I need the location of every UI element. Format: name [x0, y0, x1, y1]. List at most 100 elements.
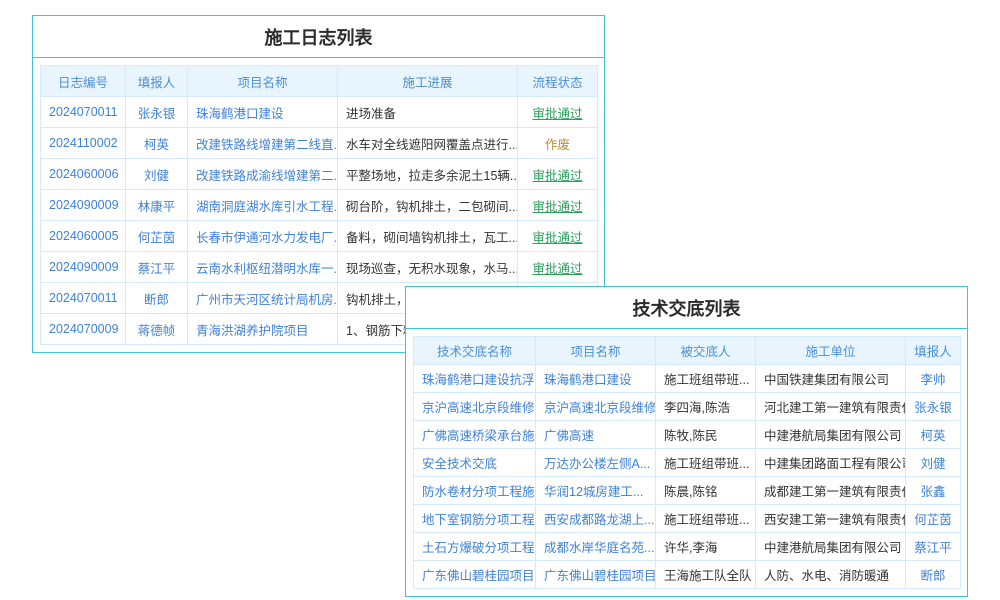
- table-link-cell[interactable]: 广东佛山碧桂园项目...: [414, 561, 536, 589]
- table-cell: 何芷茵: [906, 505, 961, 533]
- table-link-cell[interactable]: 地下室钢筋分项工程...: [414, 505, 536, 533]
- table-link-cell[interactable]: 云南水利枢纽潜明水库一...: [188, 252, 338, 283]
- table-row: 地下室钢筋分项工程...西安成都路龙湖上...施工班组带班...西安建工第一建筑…: [414, 505, 961, 533]
- tech-disclosure-panel: 技术交底列表 技术交底名称项目名称被交底人施工单位填报人 珠海鹤港口建设抗浮..…: [405, 286, 968, 597]
- table-link-cell[interactable]: 安全技术交底: [414, 449, 536, 477]
- table-link-cell[interactable]: 土石方爆破分项工程...: [414, 533, 536, 561]
- construction-log-title: 施工日志列表: [33, 16, 604, 58]
- table-cell: 蔡江平: [906, 533, 961, 561]
- table-cell: 中建港航局集团有限公司: [756, 533, 906, 561]
- table-link-cell[interactable]: 2024060005: [41, 221, 126, 252]
- table-link-cell[interactable]: 改建铁路线增建第二线直...: [188, 128, 338, 159]
- table-link-cell[interactable]: 华润12城房建工...: [536, 477, 656, 505]
- table-link-cell[interactable]: 改建铁路成渝线增建第二...: [188, 159, 338, 190]
- table-cell: 施工班组带班...: [656, 505, 756, 533]
- table-row: 2024110002柯英改建铁路线增建第二线直...水车对全线遮阳网覆盖点进行.…: [41, 128, 598, 159]
- column-header: 被交底人: [656, 337, 756, 365]
- table-cell: 许华,李海: [656, 533, 756, 561]
- table-cell: 刘健: [126, 159, 188, 190]
- table-cell: 王海施工队全队: [656, 561, 756, 589]
- table-row: 2024060006刘健改建铁路成渝线增建第二...平整场地，拉走多余泥土15辆…: [41, 159, 598, 190]
- table-link-cell[interactable]: 广东佛山碧桂园项目: [536, 561, 656, 589]
- column-header: 流程状态: [518, 66, 598, 97]
- table-cell: 蒋德帧: [126, 314, 188, 345]
- table-link-cell[interactable]: 湖南洞庭湖水库引水工程...: [188, 190, 338, 221]
- table-cell: 西安建工第一建筑有限责任公司: [756, 505, 906, 533]
- table-link-cell[interactable]: 广佛高速: [536, 421, 656, 449]
- table-link-cell[interactable]: 青海洪湖养护院项目: [188, 314, 338, 345]
- table-cell: 断郎: [906, 561, 961, 589]
- table-cell: 柯英: [126, 128, 188, 159]
- table-link-cell[interactable]: 京沪高速北京段维修: [536, 393, 656, 421]
- table-link-cell[interactable]: 2024060006: [41, 159, 126, 190]
- table-cell: 林康平: [126, 190, 188, 221]
- table-cell: 河北建工第一建筑有限责任公司: [756, 393, 906, 421]
- table-row: 京沪高速北京段维修...京沪高速北京段维修李四海,陈浩河北建工第一建筑有限责任公…: [414, 393, 961, 421]
- status-cell: 作废: [518, 128, 598, 159]
- table-link-cell[interactable]: 京沪高速北京段维修...: [414, 393, 536, 421]
- table-link-cell[interactable]: 珠海鹤港口建设: [188, 97, 338, 128]
- tech-disclosure-table-wrap: 技术交底名称项目名称被交底人施工单位填报人 珠海鹤港口建设抗浮...珠海鹤港口建…: [406, 329, 967, 596]
- table-link-cell[interactable]: 成都水岸华庭名苑...: [536, 533, 656, 561]
- table-cell: 人防、水电、消防暖通: [756, 561, 906, 589]
- table-link-cell[interactable]: 长春市伊通河水力发电厂...: [188, 221, 338, 252]
- table-link-cell[interactable]: 广州市天河区统计局机房...: [188, 283, 338, 314]
- table-link-cell[interactable]: 万达办公楼左侧A...: [536, 449, 656, 477]
- table-cell: 张鑫: [906, 477, 961, 505]
- page: 施工日志列表 日志编号填报人项目名称施工进展流程状态 2024070011张永银…: [0, 0, 1000, 600]
- column-header: 填报人: [906, 337, 961, 365]
- table-link-cell[interactable]: 2024070011: [41, 97, 126, 128]
- table-cell: 刘健: [906, 449, 961, 477]
- table-link-cell[interactable]: 珠海鹤港口建设抗浮...: [414, 365, 536, 393]
- table-link-cell[interactable]: 2024090009: [41, 252, 126, 283]
- table-cell: 张永银: [906, 393, 961, 421]
- tech-disclosure-title: 技术交底列表: [406, 287, 967, 329]
- table-cell: 中国铁建集团有限公司: [756, 365, 906, 393]
- status-cell: 审批通过: [518, 190, 598, 221]
- table-link-cell[interactable]: 2024070009: [41, 314, 126, 345]
- table-row: 广东佛山碧桂园项目...广东佛山碧桂园项目王海施工队全队人防、水电、消防暖通断郎: [414, 561, 961, 589]
- table-cell: 蔡江平: [126, 252, 188, 283]
- table-link-cell[interactable]: 珠海鹤港口建设: [536, 365, 656, 393]
- table-cell: 平整场地，拉走多余泥土15辆...: [338, 159, 518, 190]
- table-link-cell[interactable]: 西安成都路龙湖上...: [536, 505, 656, 533]
- table-cell: 李四海,陈浩: [656, 393, 756, 421]
- table-row: 2024090009蔡江平云南水利枢纽潜明水库一...现场巡查，无积水现象，水马…: [41, 252, 598, 283]
- tech-disclosure-table: 技术交底名称项目名称被交底人施工单位填报人 珠海鹤港口建设抗浮...珠海鹤港口建…: [413, 336, 961, 589]
- table-link-cell[interactable]: 防水卷材分项工程施...: [414, 477, 536, 505]
- tech-disclosure-table-head: 技术交底名称项目名称被交底人施工单位填报人: [414, 337, 961, 365]
- column-header: 技术交底名称: [414, 337, 536, 365]
- table-row: 防水卷材分项工程施...华润12城房建工...陈晨,陈铭成都建工第一建筑有限责任…: [414, 477, 961, 505]
- table-link-cell[interactable]: 2024070011: [41, 283, 126, 314]
- table-cell: 施工班组带班...: [656, 365, 756, 393]
- table-cell: 进场准备: [338, 97, 518, 128]
- table-link-cell[interactable]: 广佛高速桥梁承台施...: [414, 421, 536, 449]
- status-cell: 审批通过: [518, 221, 598, 252]
- column-header: 施工单位: [756, 337, 906, 365]
- status-cell: 审批通过: [518, 252, 598, 283]
- table-cell: 成都建工第一建筑有限责任公司: [756, 477, 906, 505]
- table-cell: 柯英: [906, 421, 961, 449]
- table-cell: 陈晨,陈铭: [656, 477, 756, 505]
- table-cell: 断郎: [126, 283, 188, 314]
- table-cell: 砌台阶，钩机排土，二包砌间...: [338, 190, 518, 221]
- table-row: 2024070011张永银珠海鹤港口建设进场准备审批通过: [41, 97, 598, 128]
- construction-log-table-head: 日志编号填报人项目名称施工进展流程状态: [41, 66, 598, 97]
- table-row: 珠海鹤港口建设抗浮...珠海鹤港口建设施工班组带班...中国铁建集团有限公司李帅: [414, 365, 961, 393]
- status-cell: 审批通过: [518, 97, 598, 128]
- table-link-cell[interactable]: 2024110002: [41, 128, 126, 159]
- table-cell: 备料，砌间墙钩机排土，瓦工...: [338, 221, 518, 252]
- table-cell: 何芷茵: [126, 221, 188, 252]
- table-cell: 张永银: [126, 97, 188, 128]
- table-cell: 中建港航局集团有限公司: [756, 421, 906, 449]
- table-row: 广佛高速桥梁承台施...广佛高速陈牧,陈民中建港航局集团有限公司柯英: [414, 421, 961, 449]
- header-row: 技术交底名称项目名称被交底人施工单位填报人: [414, 337, 961, 365]
- column-header: 填报人: [126, 66, 188, 97]
- table-row: 土石方爆破分项工程...成都水岸华庭名苑...许华,李海中建港航局集团有限公司蔡…: [414, 533, 961, 561]
- table-cell: 现场巡查，无积水现象，水马...: [338, 252, 518, 283]
- table-row: 安全技术交底万达办公楼左侧A...施工班组带班...中建集团路面工程有限公司刘健: [414, 449, 961, 477]
- table-row: 2024090009林康平湖南洞庭湖水库引水工程...砌台阶，钩机排土，二包砌间…: [41, 190, 598, 221]
- table-link-cell[interactable]: 2024090009: [41, 190, 126, 221]
- column-header: 日志编号: [41, 66, 126, 97]
- table-row: 2024060005何芷茵长春市伊通河水力发电厂...备料，砌间墙钩机排土，瓦工…: [41, 221, 598, 252]
